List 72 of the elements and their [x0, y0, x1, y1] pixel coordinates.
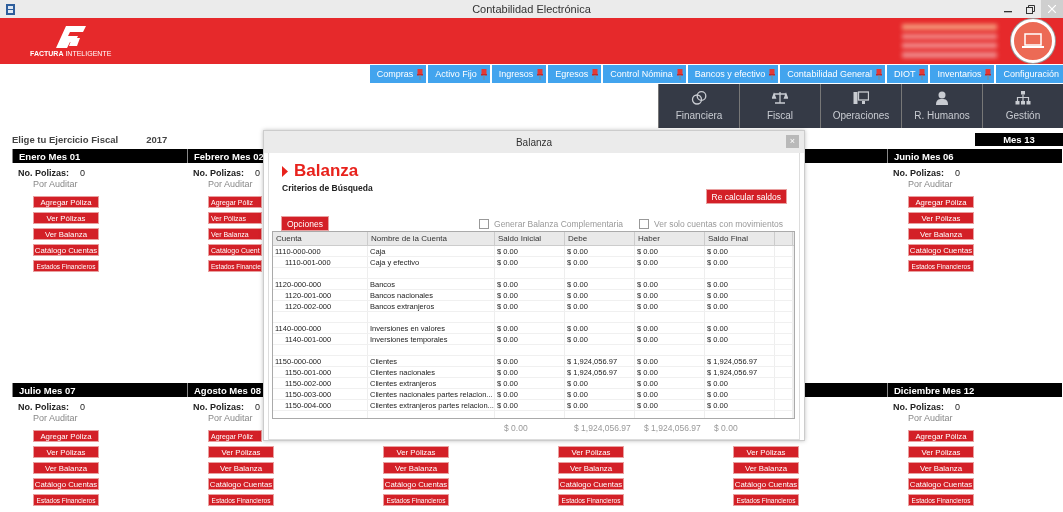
menu-tab[interactable]: Egresos [548, 65, 602, 83]
column-header[interactable]: Nombre de la Cuenta [368, 232, 495, 245]
menu-tab[interactable]: Bancos y efectivo [687, 65, 779, 83]
menu-tab[interactable]: Ingresos [491, 65, 547, 83]
total-value: $ 0.00 [504, 423, 528, 433]
module-tile[interactable]: Gestión [982, 84, 1063, 128]
month-header: Julio Mes 07 [12, 383, 187, 397]
status-label: Por Auditar [208, 179, 253, 189]
fiscal-year-value[interactable]: 2017 [146, 133, 168, 145]
checkbox[interactable] [639, 218, 649, 229]
window-title: Contabilidad Electrónica [472, 3, 591, 15]
column-header[interactable]: Debe [565, 232, 635, 245]
menu-tab[interactable]: Inventarios [930, 65, 995, 83]
app-icon [6, 3, 15, 15]
month-header: Junio Mes 06 [887, 149, 1062, 163]
dialog-title: Balanza [515, 136, 553, 148]
recalculate-button[interactable]: Re calcular saldos [705, 189, 787, 204]
menu-tab[interactable]: Contabilidad General [780, 65, 885, 83]
checkbox-label: Ver solo cuentas con movimientos [654, 218, 783, 229]
count-value: 0 [255, 402, 260, 413]
laptop-icon [1022, 33, 1044, 49]
count-label: No. Polizas: [18, 402, 70, 413]
close-icon [1048, 5, 1056, 13]
column-header[interactable]: Saldo Final [705, 232, 775, 245]
count-value: 0 [955, 402, 960, 413]
status-label: Por Auditar [908, 413, 953, 423]
menu-tab[interactable]: Configuración [996, 65, 1063, 83]
avatar[interactable] [1011, 19, 1055, 63]
options-button[interactable]: Opciones [281, 216, 329, 231]
module-tile[interactable]: R. Humanos [901, 84, 982, 128]
count-label: No. Polizas: [893, 402, 945, 413]
total-value: $ 1,924,056.97 [574, 423, 631, 433]
status-label: Por Auditar [33, 179, 78, 189]
org-chart-icon [1015, 91, 1031, 105]
status-label: Por Auditar [908, 179, 953, 189]
module-tile[interactable]: Fiscal [739, 84, 820, 128]
triangle-icon [282, 165, 288, 177]
total-value: $ 0.00 [714, 423, 738, 433]
count-value: 0 [80, 402, 85, 413]
total-value: $ 1,924,056.97 [644, 423, 701, 433]
column-header[interactable]: Cuenta [273, 232, 368, 245]
logo-icon [55, 25, 86, 48]
column-header[interactable]: Haber [635, 232, 705, 245]
count-value: 0 [255, 168, 260, 179]
checkbox-label: Generar Balanza Complementaria [494, 218, 623, 229]
count-value: 0 [80, 168, 85, 179]
scales-icon [772, 91, 788, 105]
menu-tab[interactable]: DIOT [886, 65, 929, 83]
menu-tab[interactable]: Control Nómina [603, 65, 686, 83]
count-label: No. Polizas: [193, 402, 245, 413]
section-label: Criterios de Búsqueda [282, 183, 373, 193]
person-icon [936, 91, 948, 105]
fiscal-year-label: Elige tu Ejercicio Fiscal [12, 133, 119, 145]
count-label: No. Polizas: [193, 168, 245, 179]
module-tile[interactable]: Operaciones [820, 84, 901, 128]
month-header: Enero Mes 01 [12, 149, 187, 163]
computer-icon [853, 91, 869, 105]
status-label: Por Auditar [208, 413, 253, 423]
count-value: 0 [955, 168, 960, 179]
checkbox[interactable] [479, 218, 490, 229]
count-label: No. Polizas: [18, 168, 70, 179]
column-header[interactable]: Saldo Inicial [495, 232, 565, 245]
count-label: No. Polizas: [893, 168, 945, 179]
restore-icon[interactable] [1025, 4, 1035, 14]
coins-icon [691, 91, 707, 105]
month-header: Diciembre Mes 12 [887, 383, 1062, 397]
status-label: Por Auditar [33, 413, 78, 423]
month-13-header: Mes 13 [975, 132, 1063, 146]
menu-tab[interactable]: Compras [369, 65, 427, 83]
dialog-heading: Balanza [294, 161, 359, 181]
menu-tab[interactable]: Activo Fijo [428, 65, 490, 83]
module-tile[interactable]: Financiera [658, 84, 739, 128]
